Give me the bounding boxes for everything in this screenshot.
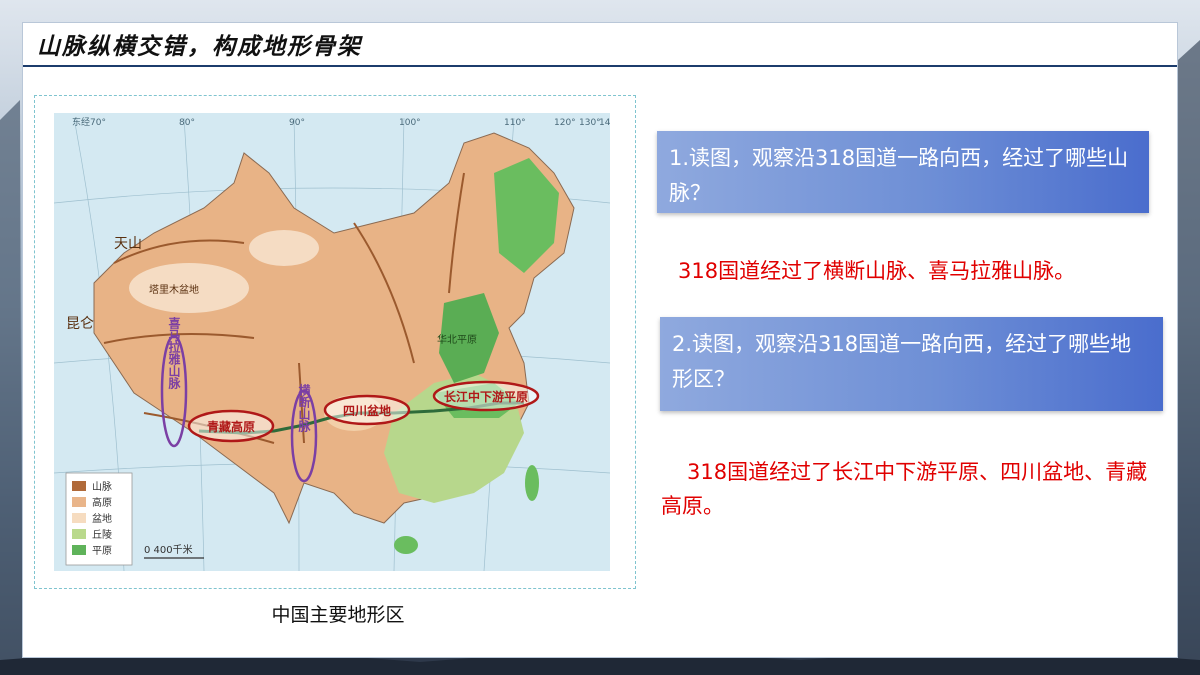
junggar-basin [249,230,319,266]
legend-label: 平原 [92,545,112,557]
longitude-label: 130° [579,118,601,128]
label-hengduan: 横断山脉 [297,383,311,433]
label-changjiang: 长江中下游平原 [444,389,528,404]
label-north-plain: 华北平原 [437,333,477,346]
label-sichuan: 四川盆地 [343,403,391,418]
hainan [394,536,418,554]
legend-swatch [72,497,86,507]
longitude-label: 110° [504,118,526,128]
legend-swatch [72,481,86,491]
longitude-label: 120° [554,118,576,128]
label-qingzang: 青藏高原 [207,419,255,434]
legend-label: 高原 [92,496,112,509]
legend-swatch [72,545,86,555]
longitude-label: 100° [399,118,421,128]
legend-label: 丘陵 [92,529,112,541]
map-caption: 中国主要地形区 [271,604,405,626]
longitude-label: 80° [179,118,195,128]
answer-1: 318国道经过了横断山脉、喜马拉雅山脉。 [678,259,1076,283]
question-1: 1.读图，观察沿318国道一路向西，经过了哪些山脉？ [657,131,1149,213]
longitude-label: 东经70° [72,116,106,128]
answer-2: 318国道经过了长江中下游平原、四川盆地、青藏高原。 [661,460,1148,518]
legend-scale: 0 400千米 [144,543,193,556]
longitude-label: 140° [599,118,610,128]
label-himalaya: 喜马拉雅山脉 [167,316,181,390]
label-kunlun: 昆仑 [66,316,94,332]
map-frame: 天山 昆仑 塔里木盆地 华北平原 喜马拉雅山脉 横断山脉 青藏高原 四川盆地 长… [34,95,636,589]
title-bar: 山脉纵横交错，构成地形骨架 [23,23,1177,67]
slide-title: 山脉纵横交错，构成地形骨架 [37,33,362,60]
longitude-label: 90° [289,118,305,128]
slide-panel: 山脉纵横交错，构成地形骨架 天山 昆仑 塔里木盆地 华北平原 喜马拉雅山脉 横断… [22,22,1178,658]
legend-swatch [72,513,86,523]
label-tarim: 塔里木盆地 [149,283,199,296]
legend-label: 山脉 [92,480,112,493]
legend-label: 盆地 [92,512,112,525]
taiwan [525,465,539,501]
label-tianshan: 天山 [114,236,142,252]
map-graphic: 天山 昆仑 塔里木盆地 华北平原 喜马拉雅山脉 横断山脉 青藏高原 四川盆地 长… [54,113,610,571]
china-terrain-map: 天山 昆仑 塔里木盆地 华北平原 喜马拉雅山脉 横断山脉 青藏高原 四川盆地 长… [54,113,610,571]
legend-swatch [72,529,86,539]
question-2: 2.读图，观察沿318国道一路向西，经过了哪些地形区？ [660,317,1163,411]
